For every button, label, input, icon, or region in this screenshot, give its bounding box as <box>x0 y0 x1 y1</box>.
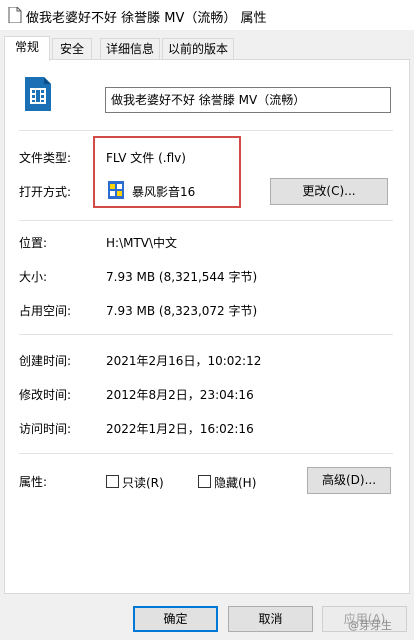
tab-security[interactable]: 安全 <box>52 38 92 60</box>
readonly-label[interactable]: 只读(R) <box>122 474 164 491</box>
attributes-label: 属性: <box>19 475 48 489</box>
location-label: 位置: <box>19 236 48 250</box>
change-button[interactable]: 更改(C)... <box>270 178 388 205</box>
modified-label: 修改时间: <box>19 388 72 402</box>
open-with-app-name: 暴风影音16 <box>132 185 196 199</box>
size-on-disk-value: 7.93 MB (8,323,072 字节) <box>106 304 258 318</box>
tab-general[interactable]: 常规 <box>4 36 50 61</box>
created-label: 创建时间: <box>19 354 72 368</box>
cancel-button[interactable]: 取消 <box>228 606 313 632</box>
baofeng-player-icon <box>108 181 124 199</box>
separator <box>19 453 393 454</box>
flv-file-icon <box>25 77 51 111</box>
accessed-label: 访问时间: <box>19 422 72 436</box>
ok-button[interactable]: 确定 <box>133 606 218 632</box>
created-value: 2021年2月16日，10:02:12 <box>106 354 262 368</box>
open-with-label: 打开方式: <box>19 185 72 199</box>
modified-value: 2012年8月2日，23:04:16 <box>106 388 254 402</box>
file-type-label: 文件类型: <box>19 151 72 165</box>
hidden-checkbox[interactable] <box>198 475 211 488</box>
file-icon <box>8 7 22 23</box>
separator <box>19 220 393 221</box>
tab-strip: 常规 安全 详细信息 以前的版本 <box>0 36 414 61</box>
watermark: @芽芽生 <box>348 619 392 632</box>
location-value: H:\MTV\中文 <box>106 236 178 250</box>
file-name-input[interactable]: 做我老婆好不好 徐誉滕 MV（流畅） <box>105 87 391 113</box>
file-type-value: FLV 文件 (.flv) <box>106 151 186 165</box>
hidden-label[interactable]: 隐藏(H) <box>214 474 256 491</box>
title-bar: 做我老婆好不好 徐誉滕 MV（流畅） 属性 <box>0 0 414 30</box>
separator <box>19 334 393 335</box>
size-label: 大小: <box>19 270 48 284</box>
readonly-checkbox[interactable] <box>106 475 119 488</box>
tab-previous-versions[interactable]: 以前的版本 <box>162 38 234 60</box>
tab-details[interactable]: 详细信息 <box>100 38 160 60</box>
size-value: 7.93 MB (8,321,544 字节) <box>106 270 258 284</box>
separator <box>19 130 393 131</box>
advanced-button[interactable]: 高级(D)... <box>307 467 391 494</box>
general-panel: 做我老婆好不好 徐誉滕 MV（流畅） 文件类型: FLV 文件 (.flv) 打… <box>4 59 410 594</box>
size-on-disk-label: 占用空间: <box>19 304 72 318</box>
accessed-value: 2022年1月2日，16:02:16 <box>106 422 254 436</box>
window-title: 做我老婆好不好 徐誉滕 MV（流畅） 属性 <box>26 11 267 26</box>
